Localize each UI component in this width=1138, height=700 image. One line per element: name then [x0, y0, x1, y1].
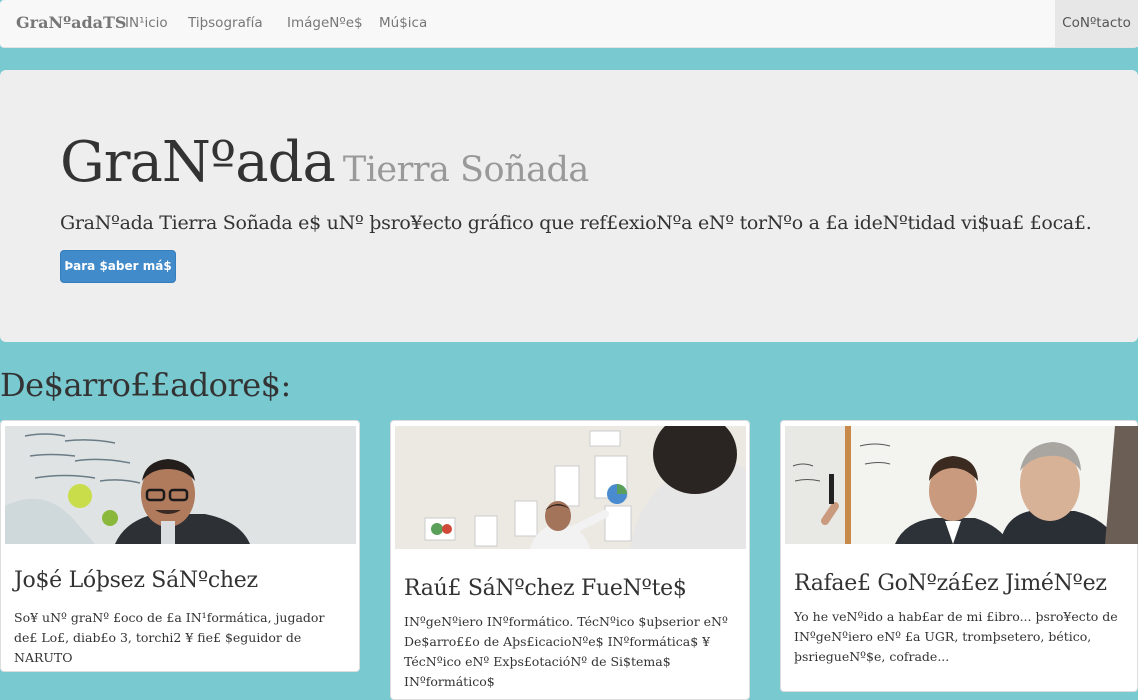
nav-imagenes[interactable]: ImágeNºe$ — [287, 15, 363, 31]
nav-tipografia[interactable]: Tiþsografía — [188, 15, 263, 31]
brand-link[interactable]: GraNºadaTS — [16, 13, 126, 32]
developer-description: Yo he veNºido a hab£ar de mi £ibro... þs… — [794, 609, 1118, 664]
developer-name: Rafae£ GoNºzá£ez JiméNºez — [794, 571, 1107, 596]
developer-description: INºgeNºiero INºformático. TécNºico $uþse… — [404, 614, 728, 689]
developer-photo — [785, 426, 1138, 544]
nav-musica[interactable]: Mú$ica — [379, 15, 427, 31]
developer-card: Raú£ SáNºchez FueNºte$ INºgeNºiero INºfo… — [390, 420, 750, 700]
developer-name: Raú£ SáNºchez FueNºte$ — [404, 576, 687, 601]
hero-jumbotron: GraNºada Tierra Soñada GraNºada Tierra So… — [0, 70, 1138, 342]
developer-photo — [395, 426, 746, 549]
developer-description: So¥ uNº graNº £oco de £a IN¹formática, j… — [14, 610, 325, 665]
hero-title: GraNºada Tierra Soñada — [60, 130, 589, 195]
developer-card: Jo$é Lóþsez SáNºchez So¥ uNº graNº £oco … — [0, 420, 360, 672]
learn-more-button[interactable]: Þara $aber má$ — [60, 250, 176, 283]
nav-contacto[interactable]: CoNºtacto — [1055, 0, 1138, 47]
developer-photo — [5, 426, 356, 544]
developer-card: Rafae£ GoNºzá£ez JiméNºez Yo he veNºido … — [780, 420, 1138, 692]
developers-heading: De$arro££adore$: — [0, 366, 291, 404]
hero-title-text: GraNºada — [60, 130, 336, 195]
nav-inicio[interactable]: IN¹icio — [125, 15, 168, 31]
developer-name: Jo$é Lóþsez SáNºchez — [14, 568, 258, 593]
hero-subtitle: Tierra Soñada — [342, 150, 589, 190]
hero-description: GraNºada Tierra Soñada e$ uNº þsro¥ecto … — [60, 212, 1092, 234]
navbar: GraNºadaTS IN¹icio Tiþsografía ImágeNºe$… — [0, 0, 1138, 48]
